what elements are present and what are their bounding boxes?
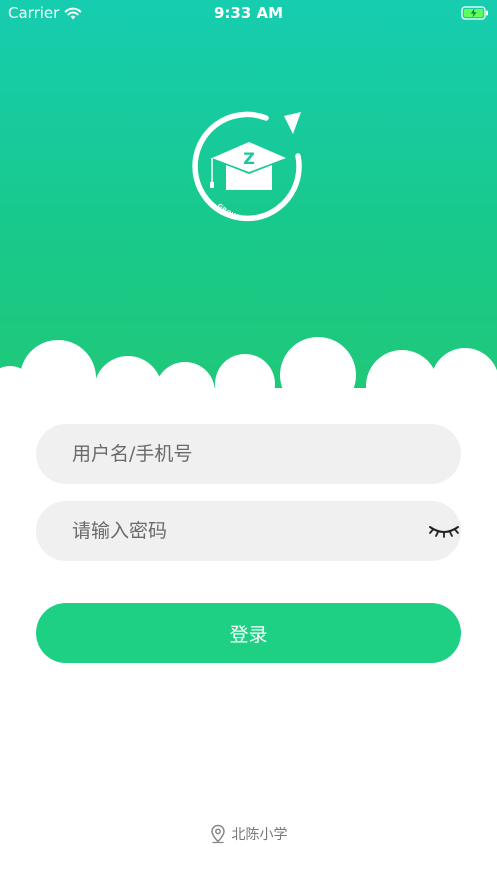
clock: 9:33 AM — [213, 4, 284, 22]
location-pin-icon — [210, 824, 225, 844]
username-field[interactable] — [36, 424, 461, 484]
school-indicator: 北陈小学 — [0, 824, 497, 844]
logo-letter: Z — [243, 149, 255, 168]
password-input[interactable] — [36, 501, 461, 561]
logo-tagline: GROWTH COMPASS — [215, 202, 284, 223]
school-name: 北陈小学 — [231, 827, 288, 843]
username-input[interactable] — [36, 424, 461, 484]
battery-charging-icon — [461, 6, 489, 24]
login-screen: Carrier 9:33 AM Z GROWTH COMPASS 用户名/手机号… — [0, 0, 497, 883]
svg-text:GROWTH COMPASS: GROWTH COMPASS — [215, 202, 284, 223]
cloud-divider — [0, 337, 497, 410]
password-field[interactable] — [36, 501, 461, 561]
growth-compass-logo: Z GROWTH COMPASS — [192, 111, 302, 223]
login-button[interactable]: 登录 — [36, 603, 461, 663]
eye-closed-icon[interactable] — [427, 521, 461, 541]
status-bar: Carrier 9:33 AM — [0, 0, 497, 26]
